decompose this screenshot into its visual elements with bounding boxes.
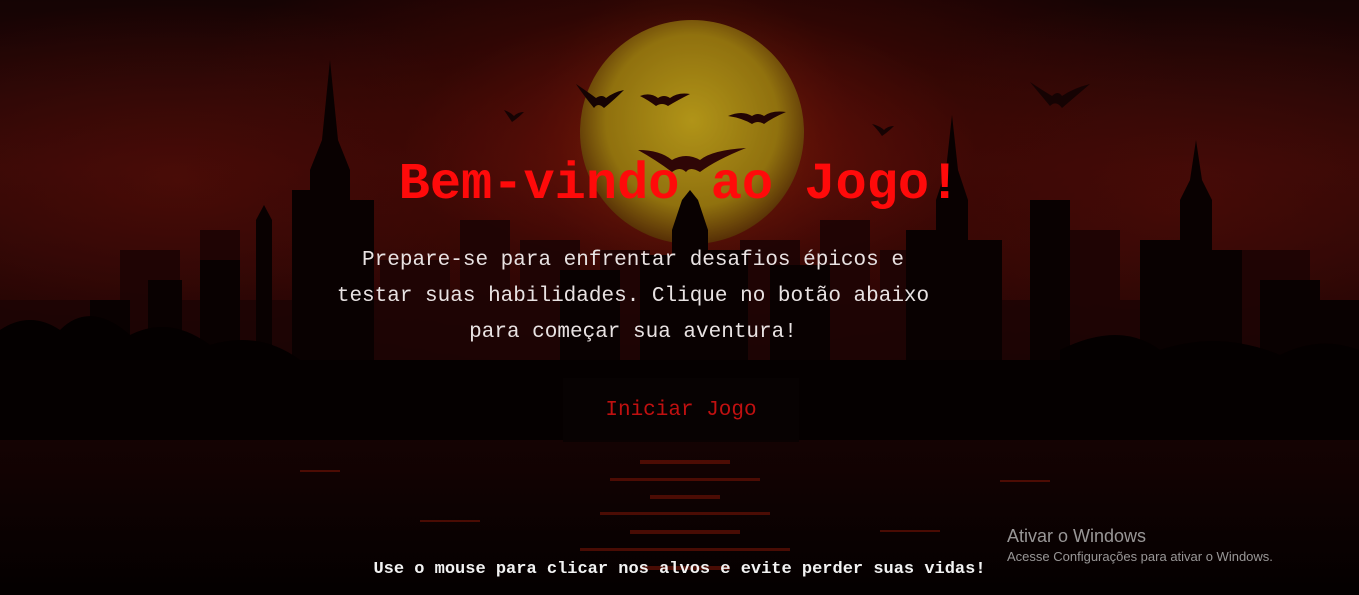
watermark-subtitle: Acesse Configurações para ativar o Windo… bbox=[1007, 549, 1273, 564]
intro-text: Prepare-se para enfrentar desafios épico… bbox=[336, 249, 930, 344]
watermark-title: Ativar o Windows bbox=[1007, 526, 1147, 546]
page-title: Bem-vindo ao Jogo! bbox=[398, 155, 961, 214]
game-start-screen: Bem-vindo ao Jogo! Prepare-se para enfre… bbox=[0, 0, 1359, 595]
start-game-button[interactable]: Iniciar Jogo bbox=[563, 378, 799, 442]
windows-activation-watermark: Ativar o Windows Acesse Configurações pa… bbox=[1007, 525, 1273, 567]
